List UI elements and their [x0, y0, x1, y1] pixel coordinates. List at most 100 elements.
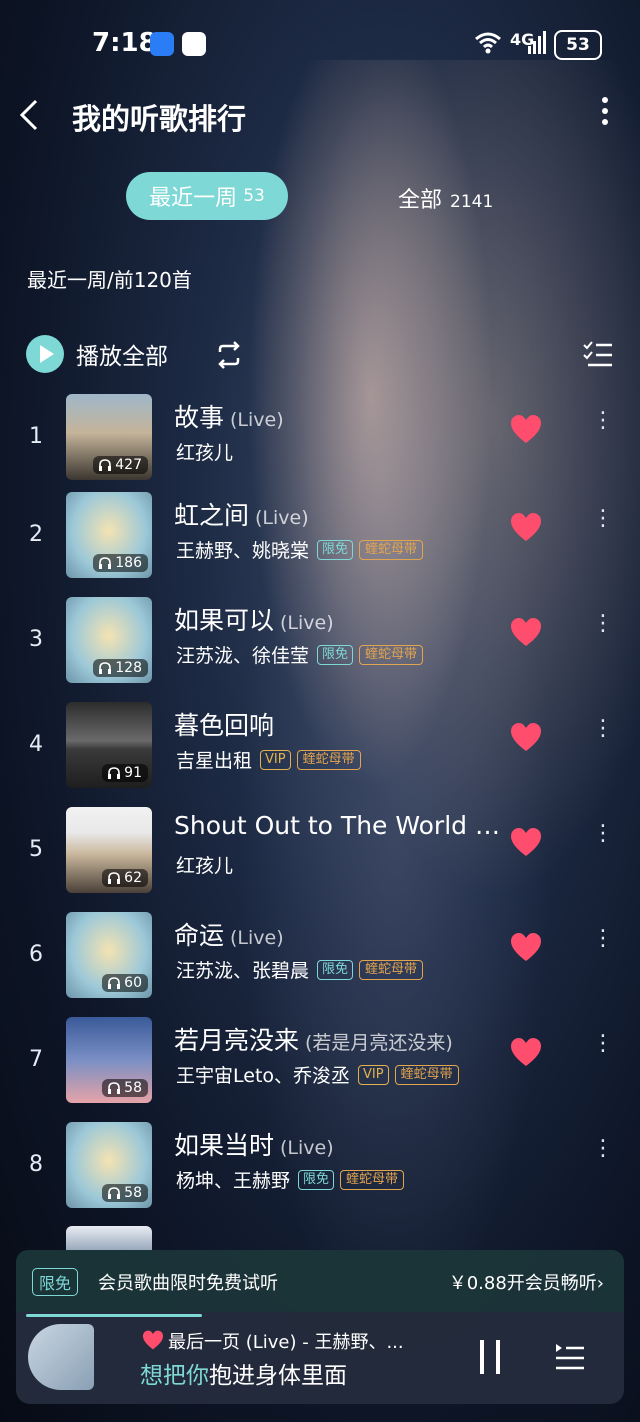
play-count: 60 [124, 975, 142, 991]
headphones-icon [108, 1082, 121, 1094]
pause-icon[interactable] [476, 1340, 504, 1374]
song-more-icon[interactable]: ⋮ [592, 928, 614, 964]
free-badge: 限免 [317, 644, 354, 665]
song-row[interactable]: 1 427 故事 (Live) 红孩儿 ⋮ [0, 394, 640, 492]
free-badge: 限免 [317, 959, 354, 980]
wifi-icon [475, 32, 501, 54]
play-count: 58 [124, 1185, 142, 1201]
song-title: 如果当时 (Live) [174, 1131, 334, 1160]
master-audio-badge: 蝰蛇母带 [340, 1169, 405, 1190]
play-count: 62 [124, 870, 142, 886]
song-artist: 汪苏泷、徐佳莹 限免 蝰蛇母带 [176, 641, 424, 668]
song-title: 如果可以 (Live) [174, 606, 334, 635]
tab-all[interactable]: 全部 2141 [398, 182, 493, 214]
now-playing-cover[interactable] [28, 1324, 94, 1390]
song-rank: 1 [29, 424, 43, 449]
heart-liked-icon[interactable] [510, 617, 542, 647]
loop-mode-icon[interactable] [214, 340, 244, 370]
song-title: 虹之间 (Live) [174, 501, 309, 530]
song-row[interactable]: 2 186 虹之间 (Live) 王赫野、姚晓棠 限免 蝰蛇母带 ⋮ [0, 492, 640, 590]
heart-liked-icon[interactable] [510, 414, 542, 444]
shield-app-icon [150, 32, 174, 56]
range-subtitle: 最近一周/前120首 [27, 268, 192, 292]
battery-indicator: 53 [554, 30, 602, 60]
song-title: 故事 (Live) [174, 403, 284, 432]
heart-liked-icon[interactable] [510, 1037, 542, 1067]
album-cover: 427 [66, 394, 152, 480]
playback-progress [26, 1314, 203, 1317]
free-badge: 限免 [317, 539, 354, 560]
album-cover: 62 [66, 807, 152, 893]
play-all-label: 播放全部 [76, 344, 168, 370]
album-cover-partial [66, 1226, 152, 1250]
album-cover: 186 [66, 492, 152, 578]
master-audio-badge: 蝰蛇母带 [394, 1064, 459, 1085]
open-membership-link[interactable]: ￥0.88开会员畅听› [449, 1269, 604, 1295]
play-count-badge: 128 [93, 659, 148, 677]
play-count: 186 [115, 555, 142, 571]
song-row[interactable]: 6 60 命运 (Live) 汪苏泷、张碧晨 限免 蝰蛇母带 ⋮ [0, 912, 640, 1010]
song-row[interactable]: 4 91 暮色回响 吉星出租 VIP 蝰蛇母带 ⋮ [0, 702, 640, 800]
song-title: 暮色回响 [174, 711, 275, 740]
heart-liked-icon[interactable] [510, 827, 542, 857]
song-row[interactable]: 8 58 如果当时 (Live) 杨坤、王赫野 限免 蝰蛇母带 ⋮ [0, 1122, 640, 1220]
headphones-icon [99, 662, 112, 674]
song-more-icon[interactable]: ⋮ [592, 508, 614, 544]
tab-count: 2141 [450, 192, 494, 212]
more-menu-icon[interactable] [590, 96, 620, 132]
vip-badge: VIP [358, 1064, 389, 1085]
heart-liked-icon[interactable] [510, 722, 542, 752]
song-artist: 红孩儿 [176, 855, 234, 877]
heart-liked-icon[interactable] [510, 512, 542, 542]
song-more-icon[interactable]: ⋮ [592, 718, 614, 754]
album-cover: 60 [66, 912, 152, 998]
page-title: 我的听歌排行 [72, 102, 247, 136]
song-more-icon[interactable]: ⋮ [592, 613, 614, 649]
tab-label: 最近一周 [149, 186, 238, 211]
headphones-icon [99, 459, 112, 471]
mini-player[interactable]: 最后一页 (Live) - 王赫野、... 想把你抱进身体里面 [16, 1312, 624, 1404]
song-more-icon[interactable]: ⋮ [592, 823, 614, 859]
heart-liked-icon[interactable] [510, 932, 542, 962]
now-playing-lyric: 想把你抱进身体里面 [140, 1363, 347, 1389]
play-count-badge: 186 [93, 554, 148, 572]
song-artist: 汪苏泷、张碧晨 限免 蝰蛇母带 [176, 956, 424, 983]
play-count: 91 [124, 765, 142, 781]
song-row[interactable]: 3 128 如果可以 (Live) 汪苏泷、徐佳莹 限免 蝰蛇母带 ⋮ [0, 597, 640, 695]
song-artist: 红孩儿 [176, 442, 234, 464]
member-promo-bar[interactable]: 限免 会员歌曲限时免费试听 ￥0.88开会员畅听› [16, 1250, 624, 1312]
master-audio-badge: 蝰蛇母带 [359, 959, 424, 980]
headphones-icon [108, 977, 121, 989]
album-cover: 58 [66, 1122, 152, 1208]
song-row[interactable]: 5 62 Shout Out to The World ... 红孩儿 ⋮ [0, 807, 640, 905]
headphones-icon [108, 1187, 121, 1199]
tab-count: 53 [243, 186, 265, 206]
status-time: 7:18 [92, 28, 157, 58]
song-more-icon[interactable]: ⋮ [592, 1033, 614, 1069]
master-audio-badge: 蝰蛇母带 [359, 644, 424, 665]
playlist-queue-icon[interactable] [554, 1342, 586, 1372]
tab-recent-week[interactable]: 最近一周 53 [126, 172, 288, 220]
now-playing-title: 最后一页 (Live) - 王赫野、... [168, 1332, 404, 1353]
play-count-badge: 60 [102, 974, 148, 992]
song-more-icon[interactable]: ⋮ [592, 1138, 614, 1174]
tab-label: 全部 [398, 188, 443, 213]
qq-app-icon [182, 32, 206, 56]
play-count-badge: 62 [102, 869, 148, 887]
heart-liked-icon[interactable] [142, 1330, 164, 1350]
free-badge: 限免 [32, 1268, 79, 1296]
multi-select-list-icon[interactable] [582, 340, 614, 370]
page-header: 我的听歌排行 [0, 88, 640, 144]
play-all-button[interactable]: 播放全部 [26, 334, 168, 374]
headphones-icon [108, 872, 121, 884]
song-row[interactable]: 7 58 若月亮没来 (若是月亮还没来) 王宇宙Leto、乔浚丞 VIP 蝰蛇母带 ⋮ [0, 1017, 640, 1115]
song-more-icon[interactable]: ⋮ [592, 410, 614, 446]
song-rank: 5 [29, 837, 43, 862]
song-title: 若月亮没来 (若是月亮还没来) [174, 1026, 453, 1055]
play-count: 58 [124, 1080, 142, 1096]
back-arrow-icon[interactable] [18, 98, 48, 134]
free-badge: 限免 [298, 1169, 335, 1190]
headphones-icon [108, 767, 121, 779]
master-audio-badge: 蝰蛇母带 [359, 539, 424, 560]
song-title: 命运 (Live) [174, 921, 284, 950]
